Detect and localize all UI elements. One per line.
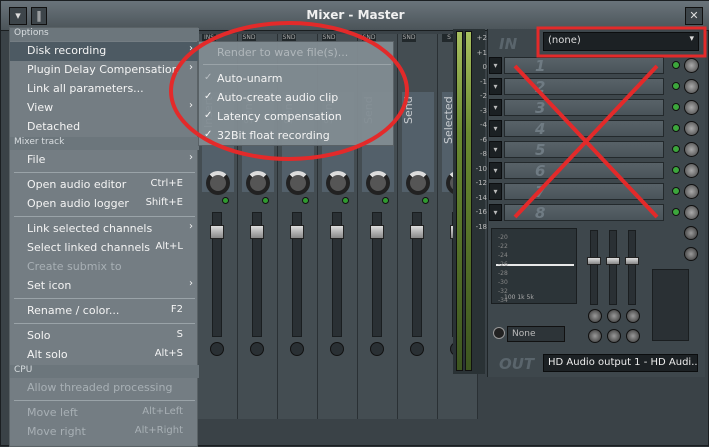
mixer-window: ▾ ‖ Mixer - Master ✕ INS Insert SND Send… — [0, 0, 709, 447]
annotation-circle — [169, 21, 409, 161]
annotation-box — [536, 26, 707, 58]
annotation-overlay — [169, 21, 707, 219]
